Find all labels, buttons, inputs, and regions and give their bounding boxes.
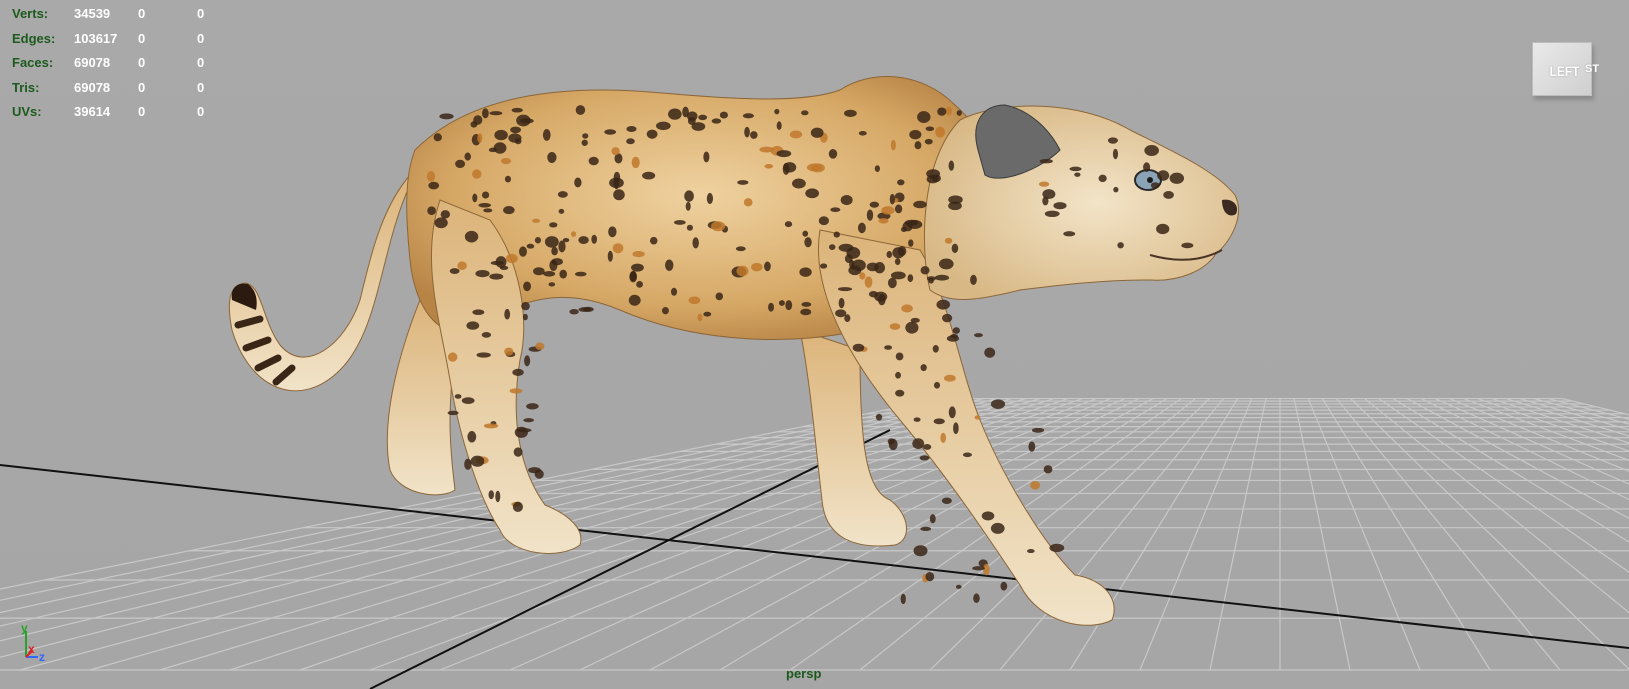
axis-gizmo-icon: y x z (21, 623, 45, 664)
view-cube-label: LEFT (1549, 63, 1580, 79)
hud-row: Tris: 69078 0 0 (12, 76, 237, 101)
hud-value: 0 (197, 55, 205, 70)
view-cube-side-label: ST (1585, 63, 1600, 75)
hud-row: Faces: 69078 0 0 (12, 51, 237, 76)
hud-row: Edges: 103617 0 0 (12, 27, 237, 52)
hud-label: Faces: (12, 55, 54, 70)
hud-value: 0 (138, 104, 146, 119)
hud-label: UVs: (12, 104, 42, 119)
axis-x-label: x (28, 642, 35, 656)
poly-count-hud: Verts: 34539 0 0 Edges: 103617 0 0 Faces: 69078 0 0… (12, 2, 237, 125)
hud-value: 0 (197, 30, 205, 46)
hud-value: 0 (138, 79, 146, 95)
hud-label: Verts: (12, 6, 49, 21)
maya-viewport[interactable]: Verts: 34539 0 0 Edges: 103617 0 0 Faces: 69078 0 0… (0, 0, 1629, 689)
hud-value: 0 (197, 104, 205, 119)
hud-row: Verts: 34539 0 0 (12, 2, 237, 27)
view-cube-face-left[interactable]: LEFT ST (1532, 42, 1599, 96)
hud-label: Edges: (12, 30, 56, 46)
hud-value: 0 (138, 6, 146, 21)
hud-value: 69078 (74, 55, 111, 70)
hud-value: 0 (197, 79, 205, 95)
axis-y-label: y (21, 623, 28, 635)
hud-value: 0 (138, 30, 146, 46)
camera-name-label: persp (786, 666, 822, 681)
hud-value: 69078 (74, 79, 111, 95)
hud-value: 103617 (74, 30, 118, 46)
view-cube[interactable]: LEFT ST (1528, 40, 1599, 98)
leopard-tail (228, 173, 411, 392)
hud-label: Tris: (12, 79, 40, 95)
leopard-model[interactable] (0, 0, 1629, 689)
hud-row: UVs: 39614 0 0 (12, 100, 237, 125)
hud-value: 39614 (74, 104, 111, 119)
hud-value: 0 (197, 6, 205, 21)
axis-z-label: z (39, 650, 45, 664)
leopard-head (923, 105, 1239, 300)
hud-value: 0 (138, 55, 146, 70)
hud-value: 34539 (74, 6, 111, 21)
